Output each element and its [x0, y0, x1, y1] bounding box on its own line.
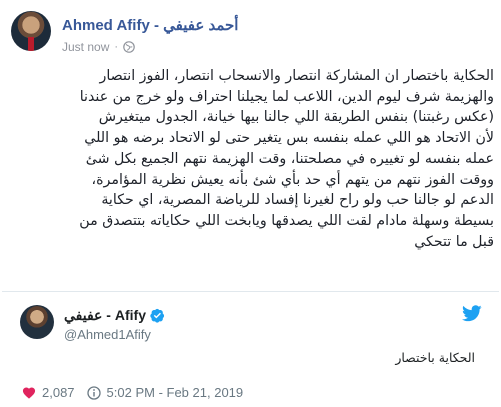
embedded-tweet[interactable]: عفيفي - Afify @Ahmed1Afify الحكاية باختص… [2, 291, 499, 407]
like-count[interactable]: 2,087 [42, 385, 75, 400]
post-line: الدعم لو جالنا حب ولو راح لغيرنا إفساد ل… [101, 192, 494, 209]
verified-badge-icon [150, 308, 165, 323]
post-timestamp[interactable]: Just now [62, 40, 109, 54]
heart-icon[interactable] [22, 386, 36, 399]
globe-icon[interactable] [123, 41, 135, 53]
facebook-post: Ahmed Afify - أحمد عفيفي Just now · الحك… [0, 0, 501, 293]
tweet-display-name[interactable]: عفيفي - Afify [64, 307, 146, 324]
tweet-author-avatar[interactable] [20, 305, 54, 339]
post-line: (عكس رغبتنا) بنفس الطريقة اللي جالنا بيه… [98, 109, 494, 126]
post-line: عمله بنفسه لو تغييره في مصلحتنا، وقت اله… [85, 150, 494, 167]
tweet-timestamp[interactable]: 5:02 PM - Feb 21, 2019 [107, 385, 244, 400]
post-body: الحكاية باختصار ان المشاركة انتصار والان… [10, 66, 494, 252]
twitter-bird-icon[interactable] [462, 305, 482, 322]
tweet-text: الحكاية باختصار [395, 350, 475, 365]
tweet-handle[interactable]: @Ahmed1Afify [64, 327, 151, 342]
tweet-author-row: عفيفي - Afify [64, 307, 165, 324]
post-line: والهزيمة شرف ليوم الدين، اللاعب لما يجيل… [79, 88, 494, 105]
tweet-footer: 2,087 5:02 PM - Feb 21, 2019 [22, 385, 243, 400]
author-name[interactable]: Ahmed Afify - أحمد عفيفي [62, 16, 238, 34]
meta-separator: · [114, 41, 119, 53]
post-meta: Just now · [62, 40, 135, 54]
post-line: قبل ما تتحكي [414, 233, 494, 250]
post-line: ووقت الفوز نتهم من يتهم أي حد بأي شئ بأن… [91, 171, 494, 188]
author-avatar[interactable] [11, 11, 51, 51]
info-icon[interactable] [86, 385, 101, 400]
post-line: الحكاية باختصار ان المشاركة انتصار والان… [99, 68, 494, 84]
post-line: لأن الاتحاد هو اللي عمله بنفسه بس يتغير … [84, 130, 494, 147]
post-line: بسيطة وسهلة مادام لقت اللي يصدقها ويابخت… [79, 212, 494, 229]
